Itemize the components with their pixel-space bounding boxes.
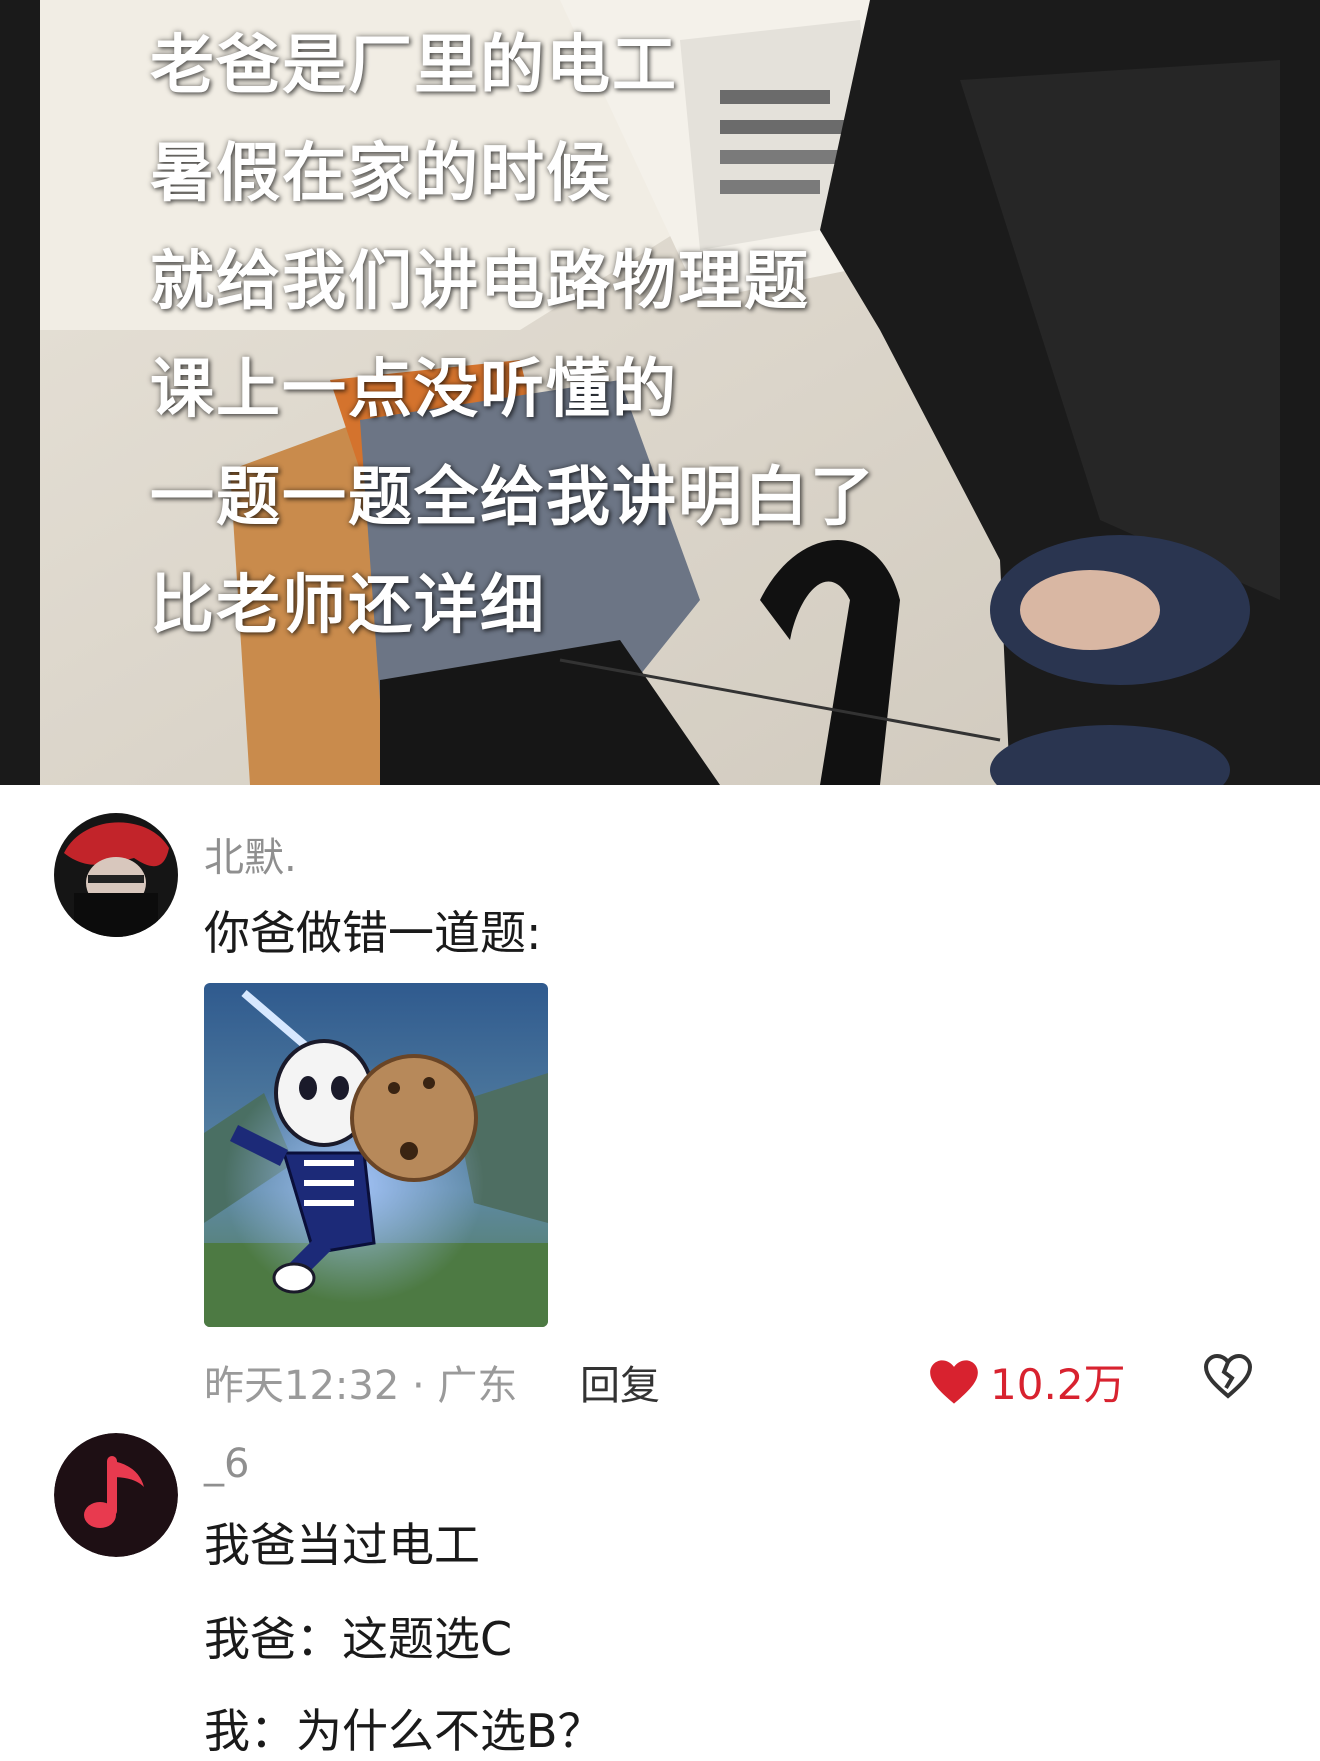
caption-line: 比老师还详细 [150,569,546,643]
video-frame[interactable]: 老爸是厂里的电工 暑假在家的时候 就给我们讲电路物理题 课上一点没听懂的 一题一… [0,0,1320,785]
caption-line: 老爸是厂里的电工 [150,29,678,103]
comment-text-line: 我爸：这题选C [204,1612,513,1666]
video-left-border [0,0,40,785]
heart-icon [930,1359,978,1404]
caption-line: 就给我们讲电路物理题 [150,245,810,319]
comment-timestamp-location: 昨天12:32 · 广东 [204,1363,518,1409]
comment-username[interactable]: _6 [204,1441,249,1487]
comment-text-line: 我爸当过电工 [204,1518,480,1572]
music-note-avatar-icon [54,1433,178,1557]
caption-line: 暑假在家的时候 [150,137,612,211]
avatar[interactable] [54,1433,178,1557]
comment-text: 你爸做错一道题: [204,906,542,960]
caption-line: 课上一点没听懂的 [150,353,678,427]
comment-text-line: 我：为什么不选B？ [204,1704,604,1758]
avatar[interactable] [54,813,178,937]
comment-section: 北默. 你爸做错一道题: 昨天12:32 · 广东 回复 10.2万 _6 我爸… [0,785,1320,1760]
like-count: 10.2万 [990,1360,1126,1409]
broken-heart-icon [1203,1353,1253,1399]
caption-line: 一题一题全给我讲明白了 [150,461,876,535]
comment-username[interactable]: 北默. [204,825,297,883]
skeleton-cookie-sticker-icon [204,983,548,1327]
comment-sticker-image[interactable] [204,983,548,1327]
video-caption: 老爸是厂里的电工 暑假在家的时候 就给我们讲电路物理题 课上一点没听懂的 一题一… [150,12,876,660]
red-hair-avatar-icon [54,813,178,937]
dislike-button[interactable] [1202,1351,1254,1405]
like-button[interactable]: 10.2万 [928,1351,1126,1412]
reply-button[interactable]: 回复 [580,1353,660,1411]
video-right-border [1280,0,1320,785]
